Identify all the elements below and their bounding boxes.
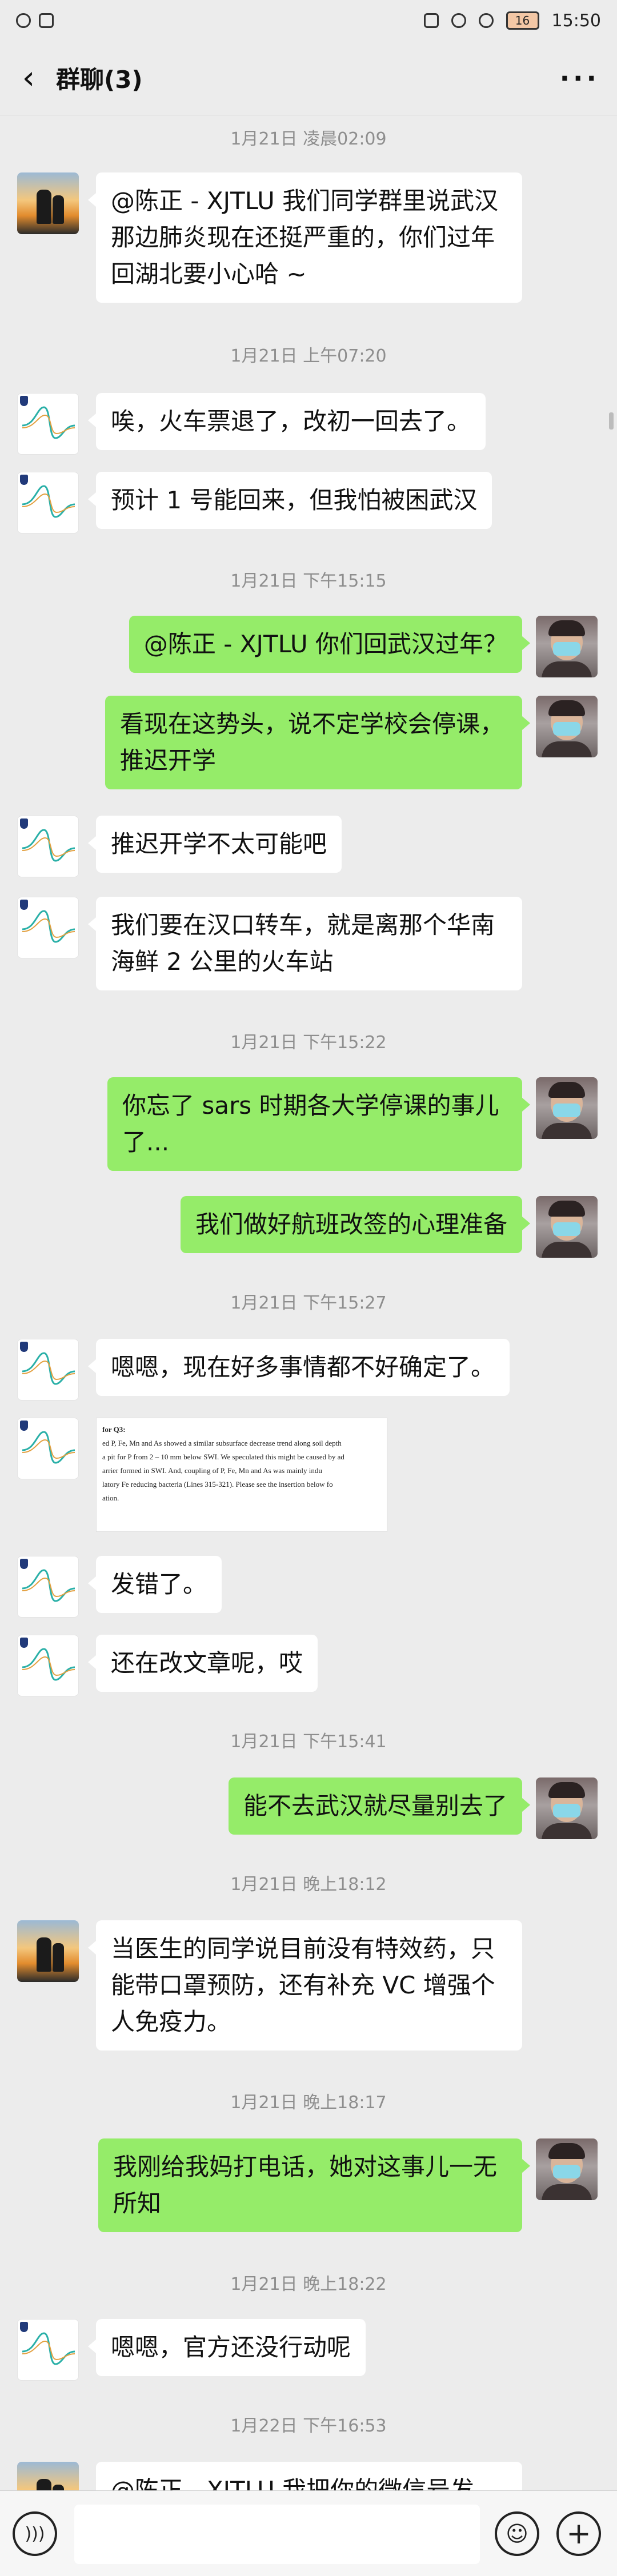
message-bubble[interactable]: 我刚给我妈打电话，她对这事儿一无所知 [98,2138,530,2232]
timestamp: 1月21日 晚上18:22 [230,2274,387,2294]
message-bubble[interactable]: @陈正 - XJTLU 你们回武汉过年？ [129,616,531,673]
timestamp: 1月21日 晚上18:12 [230,1875,387,1895]
avatar[interactable] [17,897,79,958]
message-bubble[interactable]: 唉，火车票退了，改初一回去了。 [87,393,486,450]
timestamp: 1月21日 下午15:22 [230,1033,387,1053]
timestamp: 1月22日 下午16:53 [230,2416,387,2436]
avatar[interactable] [17,816,79,877]
avatar[interactable] [536,616,598,677]
wifi-icon [478,13,494,28]
image-text-line: a pit for P from 2 – 10 mm below SWI. We… [102,1452,344,1461]
avatar[interactable] [17,1556,79,1618]
clock: 15:50 [551,10,601,31]
image-text-line: for Q3: [102,1425,126,1434]
message-bubble[interactable]: 嗯嗯，官方还没行动呢 [87,2319,366,2376]
message-bubble[interactable]: 推迟开学不太可能吧 [87,816,342,873]
eye-icon [451,13,466,28]
message-bubble[interactable]: 预计 1 号能回来，但我怕被困武汉 [87,472,492,529]
avatar[interactable] [536,1077,598,1139]
message-bubble[interactable]: @陈正 - XJTLU 我们同学群里说武汉那边肺炎现在还挺严重的，你们过年回湖北… [88,172,522,303]
message-bubble[interactable]: 看现在这势头，说不定学校会停课，推迟开学 [105,696,530,789]
message-bubble[interactable]: 我们要在汉口转车，就是离那个华南海鲜 2 公里的火车站 [88,897,522,990]
message-bubble[interactable]: 嗯嗯，现在好多事情都不好确定了。 [87,1339,510,1396]
input-bar: ))) ☺ + [0,2490,617,2576]
avatar[interactable] [536,1777,598,1839]
message-bubble[interactable]: 能不去武汉就尽量别去了 [228,1777,531,1835]
scroll-indicator[interactable] [609,412,614,430]
message-bubble[interactable]: 我们做好航班改签的心理准备 [180,1196,531,1253]
avatar[interactable] [536,696,598,757]
image-text-line: arrier formed in SWI. And, coupling of P… [102,1466,322,1475]
timestamp: 1月21日 下午15:15 [230,571,387,591]
emoji-icon[interactable]: ☺ [495,2511,539,2556]
avatar[interactable] [17,1339,79,1401]
image-text-line: ed P, Fe, Mn and As showed a similar sub… [102,1439,342,1447]
avatar[interactable] [17,1418,79,1479]
timestamp: 1月21日 下午15:27 [230,1293,387,1313]
chat-header: ‹ 群聊(3) ··· [0,41,617,115]
voice-icon[interactable]: ))) [13,2511,57,2556]
timestamp: 1月21日 凌晨02:09 [230,129,387,149]
app-notification-icon [39,13,54,28]
avatar[interactable] [17,2319,79,2381]
chat-title: 群聊(3) [56,66,143,94]
battery-icon: 16 [506,11,539,30]
message-bubble[interactable]: 当医生的同学说目前没有特效药，只能带口罩预防，还有补充 VC 增强个人免疫力。 [88,1920,522,2051]
message-bubble[interactable]: 你忘了 sars 时期各大学停课的事儿了... [107,1077,530,1171]
notification-icon [16,13,31,28]
avatar[interactable] [536,1196,598,1258]
image-text-line: latory Fe reducing bacteria (Lines 315-3… [102,1480,333,1488]
status-bar: 16 15:50 [0,0,617,41]
plus-icon[interactable]: + [556,2511,601,2556]
avatar[interactable] [17,472,79,533]
vibrate-icon [423,13,439,28]
image-text-line: ation. [102,1494,119,1502]
timestamp: 1月21日 上午07:20 [230,346,387,366]
timestamp: 1月21日 晚上18:17 [230,2093,387,2113]
timestamp: 1月21日 下午15:41 [230,1732,387,1752]
message-input[interactable] [74,2505,480,2564]
message-bubble[interactable]: 还在改文章呢，哎 [87,1635,318,1692]
avatar[interactable] [17,393,79,455]
chevron-left-icon[interactable]: ‹ [17,62,40,94]
image-message[interactable]: for Q3: ed P, Fe, Mn and As showed a sim… [96,1418,387,1532]
avatar[interactable] [17,172,79,234]
avatar[interactable] [17,1920,79,1982]
more-dots-icon[interactable]: ··· [560,63,600,94]
avatar[interactable] [17,1635,79,1696]
message-bubble[interactable]: 发错了。 [87,1556,222,1613]
avatar[interactable] [536,2138,598,2200]
